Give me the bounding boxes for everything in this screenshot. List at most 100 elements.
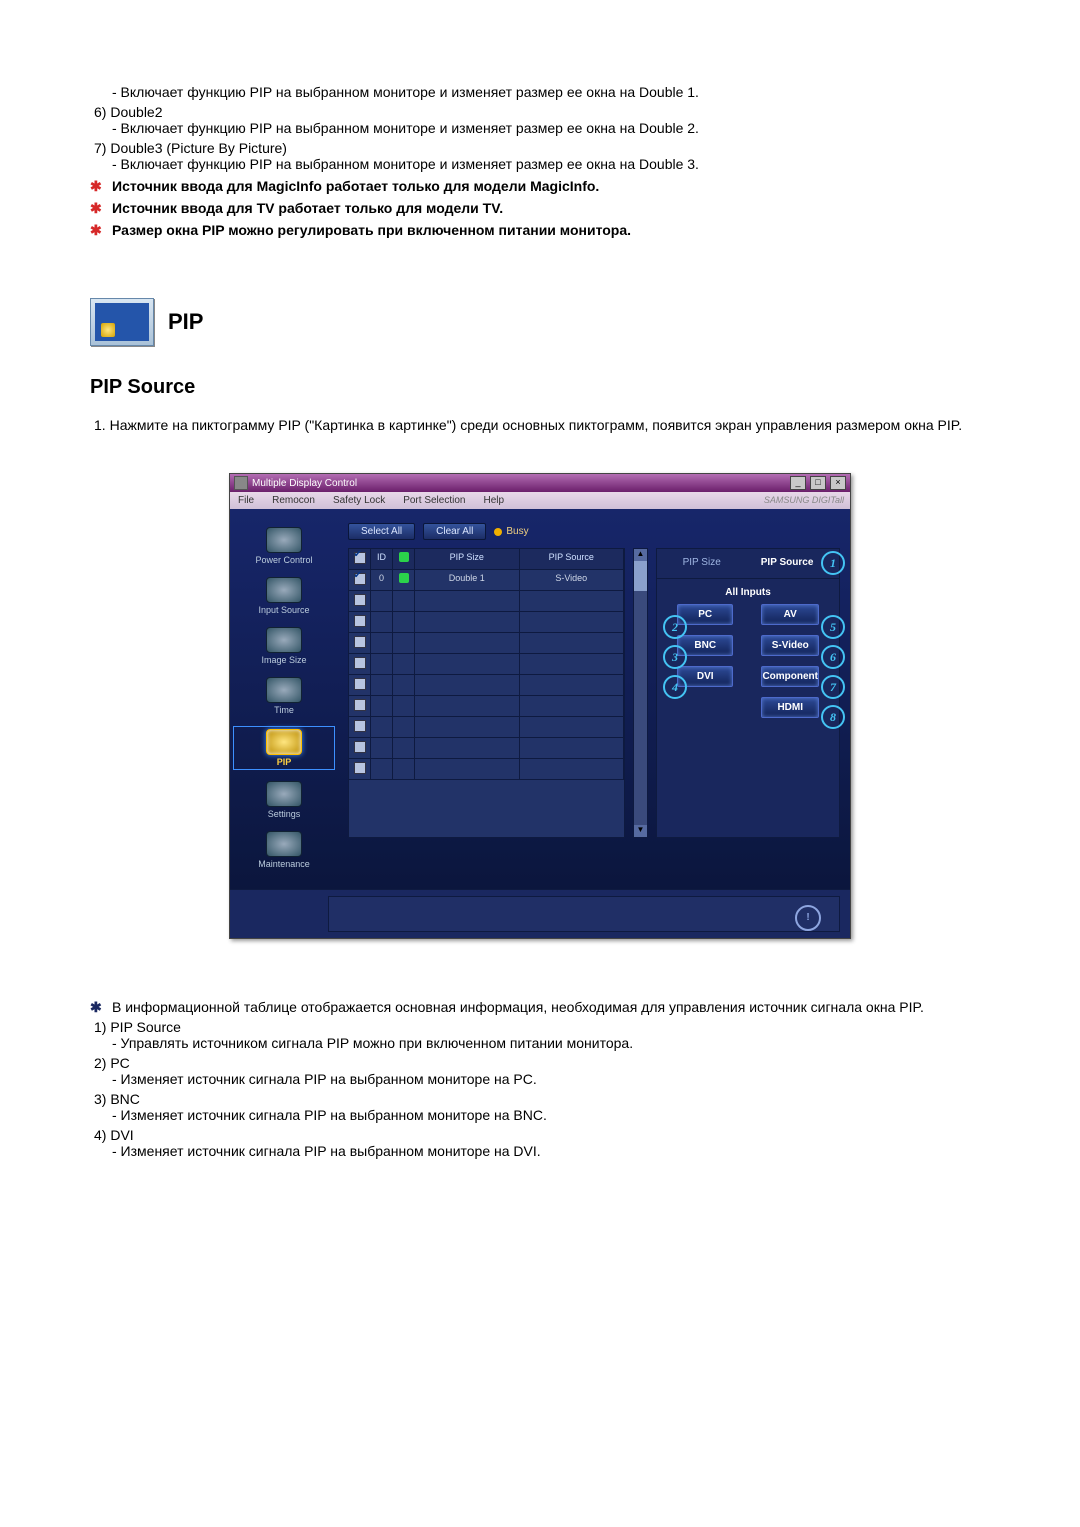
- sidebar-item-input-source[interactable]: Input Source: [234, 577, 334, 615]
- callout-6: 6: [821, 645, 845, 669]
- clear-all-button[interactable]: Clear All: [423, 523, 486, 540]
- source-hdmi-button[interactable]: HDMI: [761, 697, 819, 718]
- note-text: Размер окна PIP можно регулировать при в…: [112, 222, 631, 238]
- sidebar-item-label: Image Size: [234, 655, 334, 665]
- table-row[interactable]: [349, 738, 624, 759]
- list-num: 4): [90, 1127, 106, 1143]
- select-all-button[interactable]: Select All: [348, 523, 415, 540]
- mdc-grid-area: ID PIP Size PIP Source 0 Double 1 S-Vide…: [348, 548, 840, 838]
- sidebar-item-pip[interactable]: PIP: [234, 727, 334, 769]
- mdc-app-window: Multiple Display Control _ □ × File Remo…: [229, 473, 851, 939]
- busy-label: Busy: [506, 526, 528, 537]
- list-title: PC: [110, 1055, 129, 1071]
- table-row[interactable]: [349, 633, 624, 654]
- row-checkbox[interactable]: [354, 741, 366, 753]
- scroll-down-icon[interactable]: ▼: [634, 825, 647, 837]
- callout-3: 3: [663, 645, 687, 669]
- settings-icon: [266, 781, 302, 807]
- row-checkbox[interactable]: [354, 720, 366, 732]
- scroll-up-icon[interactable]: ▲: [634, 549, 647, 561]
- col-id: ID: [371, 549, 393, 570]
- sidebar-item-label: Power Control: [234, 555, 334, 565]
- row-checkbox[interactable]: [354, 594, 366, 606]
- list-title: BNC: [110, 1091, 140, 1107]
- sidebar-item-time[interactable]: Time: [234, 677, 334, 715]
- list-num: 2): [90, 1055, 106, 1071]
- panel-tabs: PIP Size PIP Source: [663, 557, 833, 568]
- note-text: Источник ввода для TV работает только дл…: [112, 200, 503, 216]
- maximize-button[interactable]: □: [810, 476, 826, 490]
- info-icon[interactable]: !: [795, 905, 821, 931]
- menu-file[interactable]: File: [238, 495, 254, 506]
- row-checkbox[interactable]: [354, 636, 366, 648]
- table-scrollbar[interactable]: ▲ ▼: [633, 548, 648, 838]
- intro-num: 1.: [90, 417, 106, 433]
- scroll-thumb[interactable]: [634, 561, 647, 591]
- row-pip-size: Double 1: [415, 570, 520, 591]
- source-component-button[interactable]: Component: [761, 666, 819, 687]
- table-row[interactable]: [349, 696, 624, 717]
- list-desc: - Изменяет источник сигнала PIP на выбра…: [90, 1143, 990, 1159]
- row-checkbox[interactable]: [354, 615, 366, 627]
- callout-5: 5: [821, 615, 845, 639]
- list-num: 3): [90, 1091, 106, 1107]
- row-checkbox[interactable]: [354, 762, 366, 774]
- mdc-footer: !: [230, 889, 850, 938]
- power-icon: [266, 527, 302, 553]
- list-desc: - Включает функцию PIP на выбранном мони…: [90, 84, 990, 100]
- table-row[interactable]: [349, 759, 624, 780]
- note-line: ✱ Размер окна PIP можно регулировать при…: [90, 222, 990, 238]
- row-id: 0: [371, 570, 393, 591]
- tab-pip-source[interactable]: PIP Source: [761, 557, 814, 568]
- note-text: Источник ввода для MagicInfo работает то…: [112, 178, 599, 194]
- sidebar-item-power-control[interactable]: Power Control: [234, 527, 334, 565]
- list-desc: - Включает функцию PIP на выбранном мони…: [90, 120, 990, 136]
- list-item: 6) Double2 - Включает функцию PIP на выб…: [90, 104, 990, 136]
- source-av-button[interactable]: AV: [761, 604, 819, 625]
- table-row[interactable]: [349, 717, 624, 738]
- star-icon: ✱: [90, 999, 102, 1016]
- busy-dot-icon: [494, 528, 502, 536]
- star-icon: ✱: [90, 178, 102, 195]
- row-checkbox[interactable]: [354, 657, 366, 669]
- maintenance-icon: [266, 831, 302, 857]
- sidebar-item-image-size[interactable]: Image Size: [234, 627, 334, 665]
- close-button[interactable]: ×: [830, 476, 846, 490]
- table-header: ID PIP Size PIP Source: [349, 549, 624, 570]
- busy-indicator: Busy: [494, 526, 528, 537]
- display-table: ID PIP Size PIP Source 0 Double 1 S-Vide…: [348, 548, 625, 838]
- document-page: - Включает функцию PIP на выбранном мони…: [0, 0, 1080, 1527]
- sidebar-item-maintenance[interactable]: Maintenance: [234, 831, 334, 869]
- list-title: PIP Source: [110, 1019, 181, 1035]
- row-checkbox[interactable]: [354, 699, 366, 711]
- list-desc: - Включает функцию PIP на выбранном мони…: [90, 156, 990, 172]
- list-item: - Включает функцию PIP на выбранном мони…: [90, 84, 990, 100]
- header-checkbox[interactable]: [354, 552, 366, 564]
- mdc-title-bar[interactable]: Multiple Display Control _ □ ×: [230, 474, 850, 492]
- list-title: Double2: [110, 104, 162, 120]
- sidebar-item-settings[interactable]: Settings: [234, 781, 334, 819]
- row-checkbox[interactable]: [354, 678, 366, 690]
- menu-safety-lock[interactable]: Safety Lock: [333, 495, 385, 506]
- menu-remocon[interactable]: Remocon: [272, 495, 315, 506]
- source-svideo-button[interactable]: S-Video: [761, 635, 819, 656]
- table-row[interactable]: 0 Double 1 S-Video: [349, 570, 624, 591]
- panel-section-label: All Inputs: [663, 587, 833, 598]
- minimize-button[interactable]: _: [790, 476, 806, 490]
- row-checkbox[interactable]: [354, 573, 366, 585]
- star-icon: ✱: [90, 222, 102, 239]
- col-pip-size: PIP Size: [415, 549, 520, 570]
- note-line: ✱ Источник ввода для MagicInfo работает …: [90, 178, 990, 194]
- tab-pip-size[interactable]: PIP Size: [683, 557, 721, 568]
- callout-1: 1: [821, 551, 845, 575]
- table-row[interactable]: [349, 612, 624, 633]
- table-row[interactable]: [349, 675, 624, 696]
- table-row[interactable]: [349, 654, 624, 675]
- list-title: DVI: [110, 1127, 133, 1143]
- top-list-block: - Включает функцию PIP на выбранном мони…: [90, 84, 990, 172]
- table-row[interactable]: [349, 591, 624, 612]
- menu-port-selection[interactable]: Port Selection: [403, 495, 465, 506]
- menu-help[interactable]: Help: [483, 495, 504, 506]
- bottom-list-block: 1) PIP Source - Управлять источником сиг…: [90, 1019, 990, 1159]
- col-pip-source: PIP Source: [520, 549, 625, 570]
